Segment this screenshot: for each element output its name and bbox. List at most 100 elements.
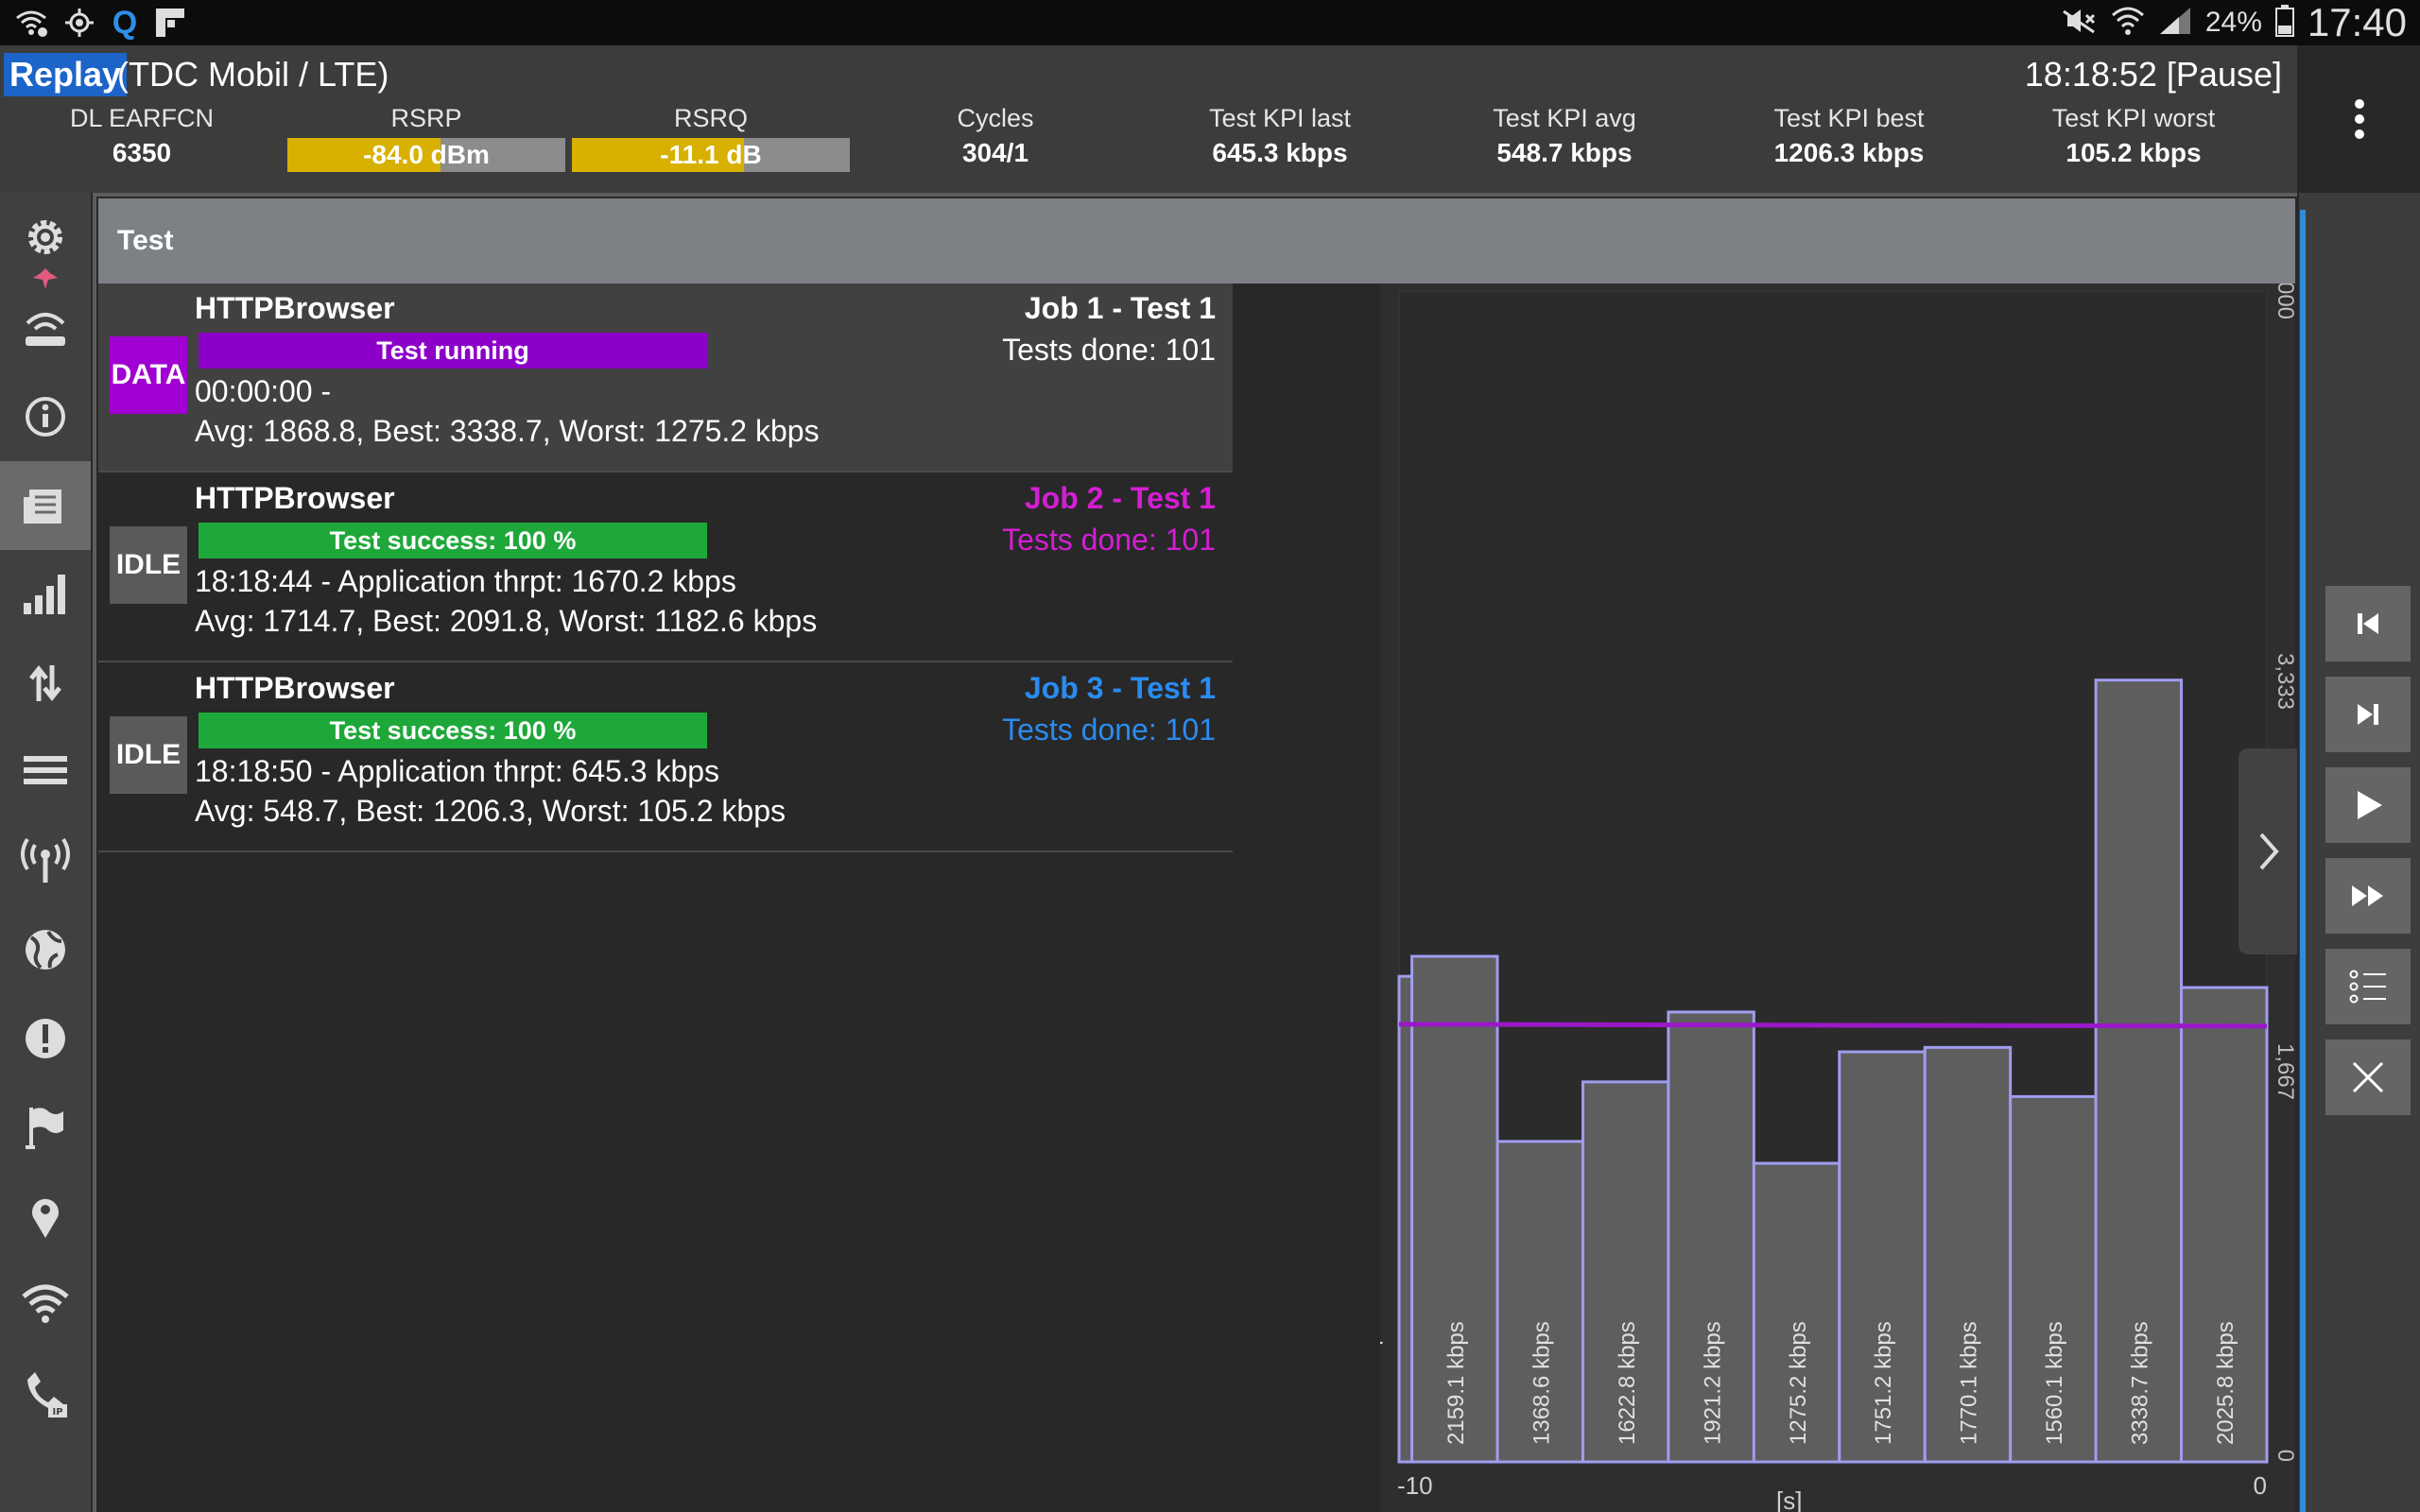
- bar-value-label: 2073.7 kbps: [1380, 1321, 1384, 1445]
- kpi-value: 645.3 kbps: [1212, 138, 1348, 167]
- f-app-icon: [151, 0, 189, 45]
- y-tick-label: 5,000: [2273, 284, 2295, 319]
- sidebar-item-wifi[interactable]: [0, 1261, 91, 1349]
- network-label: (TDC Mobil / LTE): [117, 55, 389, 94]
- bar-value-label: 1368.6 kbps: [1529, 1321, 1554, 1445]
- job-row[interactable]: IDLE HTTPBrowser Test success: 100 % 18:…: [98, 473, 1233, 662]
- job-status-bar: Test success: 100 %: [199, 713, 707, 748]
- kpi-label: Test KPI best: [1773, 104, 1925, 132]
- job-row[interactable]: DATA HTTPBrowser Test running 00:00:00 -…: [98, 284, 1233, 472]
- globe-icon: [26, 930, 65, 970]
- kpi-cycles: Cycles 304/1: [854, 102, 1137, 172]
- job-tests-done: Tests done: 101: [1002, 333, 1216, 367]
- panel-title: Test: [117, 225, 174, 256]
- overflow-menu-button[interactable]: [2341, 91, 2378, 147]
- job-detail: 18:18:44 - Application thrpt: 1670.2 kbp…: [195, 564, 736, 598]
- kpi-label: RSRQ: [673, 104, 748, 132]
- job-detail: 00:00:00 -: [195, 374, 332, 408]
- kpi-rsrq: RSRQ -11.1 dB: [569, 102, 853, 172]
- wifi-icon: [2111, 6, 2145, 41]
- job-state-badge: DATA: [110, 336, 187, 414]
- sidebar-item-signal[interactable]: [0, 550, 91, 639]
- kpi-value: 304/1: [961, 138, 1029, 167]
- list-icon: [24, 756, 67, 784]
- kpi-value: -11.1 dB: [660, 140, 762, 169]
- chart-bar: [1397, 974, 1414, 1464]
- sidebar: IP: [0, 193, 91, 1512]
- bar-value-label: 2159.1 kbps: [1443, 1321, 1469, 1445]
- skip-next-button[interactable]: [2325, 677, 2411, 752]
- job-stats: Avg: 1714.7, Best: 2091.8, Worst: 1182.6…: [195, 604, 818, 638]
- skip-next-icon: [2358, 704, 2378, 725]
- kpi-worst: Test KPI worst 105.2 kbps: [1992, 102, 2275, 172]
- sidebar-item-data-transfer[interactable]: [0, 639, 91, 728]
- battery-icon: [2274, 4, 2294, 42]
- kpi-avg: Test KPI avg 548.7 kbps: [1423, 102, 1706, 172]
- job-row[interactable]: IDLE HTTPBrowser Test success: 100 % 18:…: [98, 663, 1233, 852]
- fast-forward-icon: [2352, 885, 2383, 906]
- scrollbar[interactable]: [2300, 210, 2306, 1512]
- kpi-label: DL EARFCN: [69, 104, 215, 132]
- flag-icon: [26, 1108, 63, 1149]
- sidebar-item-location[interactable]: [0, 1172, 91, 1261]
- signal-icon: [2158, 6, 2192, 41]
- play-button[interactable]: [2325, 767, 2411, 843]
- job-test-name: HTTPBrowser: [195, 481, 395, 515]
- sidebar-item-info[interactable]: [0, 372, 91, 461]
- fast-forward-button[interactable]: [2325, 858, 2411, 934]
- kpi-value: 6350: [112, 138, 172, 167]
- playlist-icon: [2349, 970, 2386, 1004]
- bar-value-label: 1560.1 kbps: [2042, 1321, 2067, 1445]
- sidebar-item-markers[interactable]: [0, 1083, 91, 1172]
- job-id: Job 3 - Test 1: [1024, 671, 1216, 705]
- alert-icon: [26, 1019, 65, 1058]
- wifi-icon: [22, 1284, 69, 1323]
- mute-icon: [2060, 6, 2098, 41]
- play-icon: [2358, 791, 2382, 819]
- skip-previous-button[interactable]: [2325, 586, 2411, 662]
- kpi-label: Test KPI worst: [2051, 104, 2216, 132]
- test-panel-header: Test: [98, 198, 2295, 284]
- bar-value-label: 2025.8 kbps: [2213, 1321, 2238, 1445]
- rsrp-meter: -84.0 dBm: [287, 138, 565, 172]
- sidebar-item-antenna[interactable]: [0, 816, 91, 905]
- sidebar-item-globe[interactable]: [0, 905, 91, 994]
- bar-value-label: 1275.2 kbps: [1786, 1321, 1811, 1445]
- replay-time-label: 18:18:52 [Pause]: [2024, 55, 2282, 94]
- ip-call-icon: IP: [27, 1372, 67, 1418]
- sidebar-item-list[interactable]: [0, 728, 91, 816]
- sidebar-item-alerts[interactable]: [0, 994, 91, 1083]
- y-tick-label: 0: [2273, 1450, 2295, 1462]
- playback-panel: [2299, 193, 2420, 1512]
- job-id: Job 2 - Test 1: [1024, 481, 1216, 515]
- x-tick-label: -10: [1397, 1471, 1433, 1500]
- data-transfer-icon: [29, 664, 61, 702]
- kpi-label: Test KPI last: [1208, 104, 1352, 132]
- y-tick-label: 3,333: [2273, 653, 2295, 710]
- job-status-bar: Test running: [199, 333, 707, 369]
- job-test-name: HTTPBrowser: [195, 291, 395, 325]
- chart-expand-button[interactable]: [2238, 748, 2297, 954]
- sidebar-item-ip-call[interactable]: IP: [0, 1349, 91, 1438]
- antenna-icon: [21, 837, 70, 883]
- job-test-name: HTTPBrowser: [195, 671, 395, 705]
- x-axis-label: [s]: [1776, 1486, 1802, 1512]
- close-button[interactable]: [2325, 1040, 2411, 1115]
- sidebar-item-router[interactable]: [0, 284, 91, 372]
- location-icon: [32, 1198, 59, 1238]
- battery-percent: 24%: [2204, 7, 2262, 38]
- bar-value-label: 3338.7 kbps: [2128, 1321, 2153, 1445]
- playlist-button[interactable]: [2325, 949, 2411, 1024]
- sidebar-item-tests[interactable]: [0, 461, 91, 550]
- job-detail: 18:18:50 - Application thrpt: 645.3 kbps: [195, 754, 720, 788]
- job-state-badge: IDLE: [110, 526, 187, 604]
- bar-value-label: 1770.1 kbps: [1957, 1321, 1982, 1445]
- job-state-badge: IDLE: [110, 716, 187, 794]
- kpi-value: 105.2 kbps: [2066, 138, 2202, 167]
- kpi-dl-earfcn: DL EARFCN 6350: [0, 102, 284, 172]
- job-stats: Avg: 548.7, Best: 1206.3, Worst: 105.2 k…: [195, 794, 786, 828]
- replay-mode-label[interactable]: Replay: [4, 53, 128, 96]
- average-line: [1398, 1022, 2268, 1029]
- job-stats: Avg: 1868.8, Best: 3338.7, Worst: 1275.2…: [195, 414, 820, 448]
- job-tests-done: Tests done: 101: [1002, 713, 1216, 747]
